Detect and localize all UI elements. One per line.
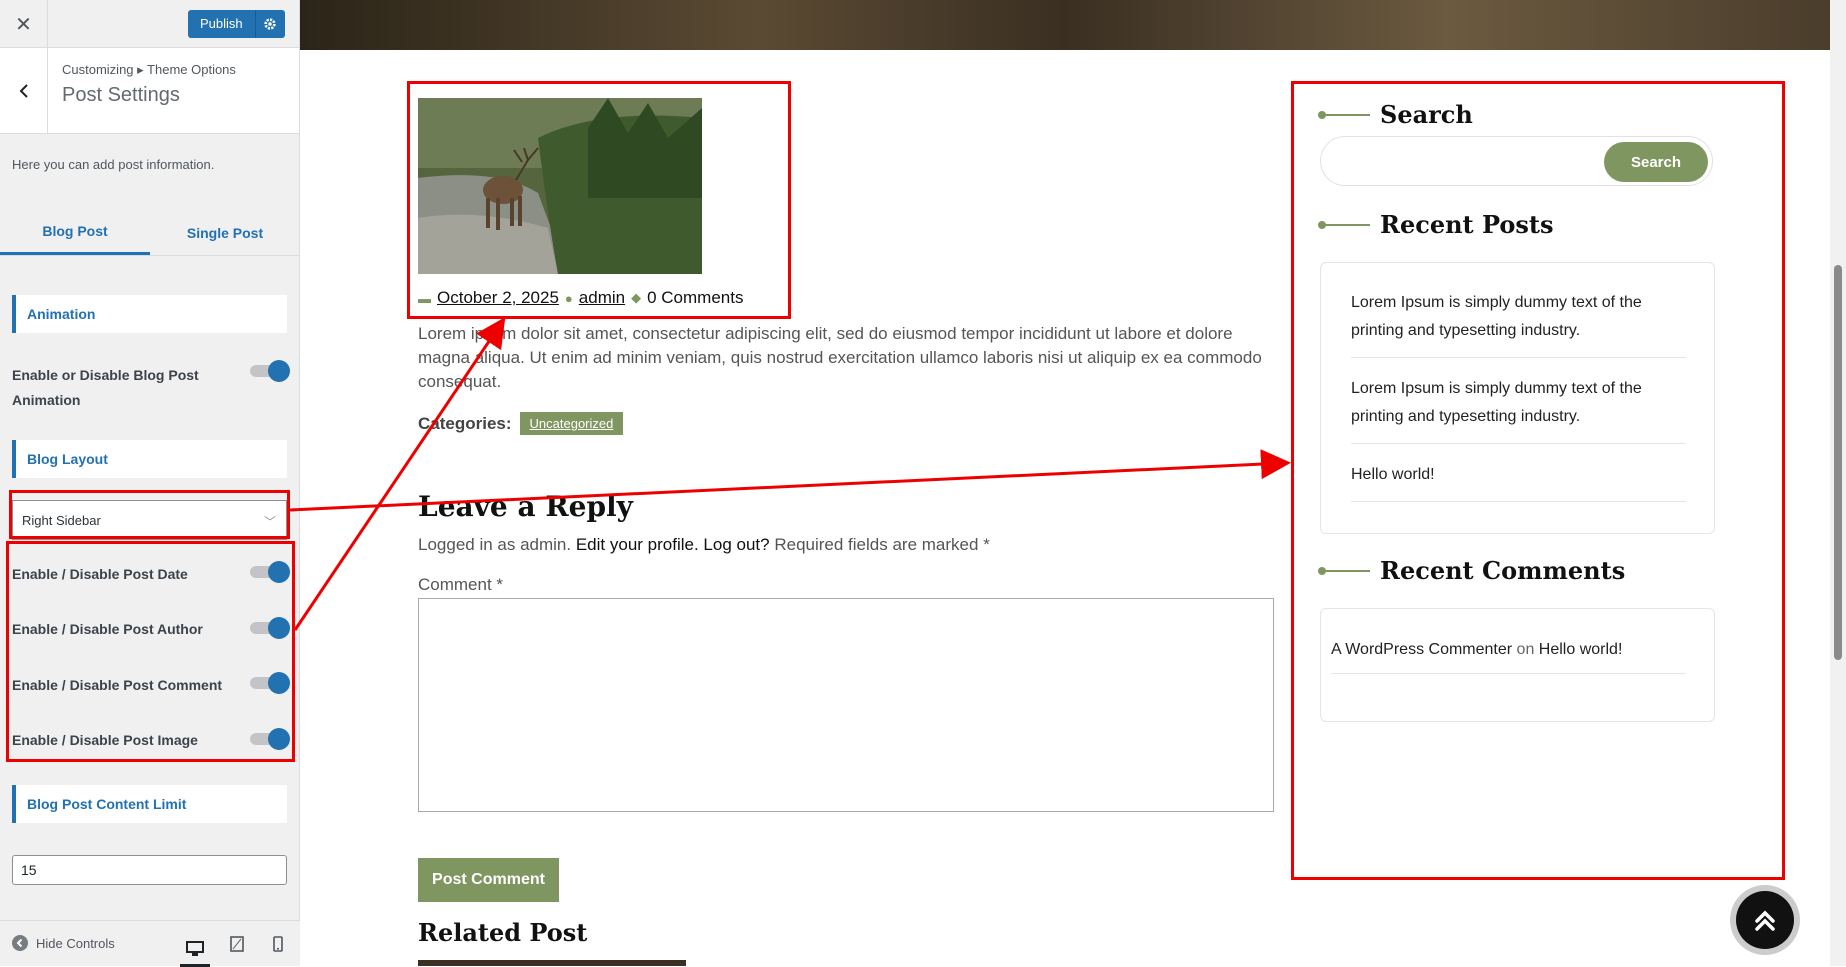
- tab-single-post[interactable]: Single Post: [150, 210, 300, 255]
- related-post-title: Related Post: [418, 918, 588, 947]
- annotation-box-layout: [9, 490, 290, 539]
- post-categories: Categories: Uncategorized: [418, 412, 624, 435]
- annotation-box-toggles: [6, 541, 295, 762]
- edit-profile-link[interactable]: Edit your profile.: [576, 535, 699, 554]
- publish-settings-button[interactable]: [254, 10, 285, 38]
- annotation-box-sidebar: [1291, 81, 1785, 880]
- close-icon: ✕: [15, 13, 32, 36]
- publish-button[interactable]: Publish: [188, 10, 255, 38]
- back-button[interactable]: [0, 48, 48, 134]
- double-chevron-up-icon: [1755, 910, 1775, 931]
- hide-controls-label: Hide Controls: [36, 935, 115, 951]
- related-post-image[interactable]: [418, 960, 686, 966]
- chevron-left-icon: [19, 84, 28, 98]
- blog-layout-heading: Blog Layout: [12, 440, 287, 478]
- required-star: *: [983, 535, 990, 554]
- logged-in-notice: Logged in as admin. Edit your profile. L…: [418, 535, 990, 555]
- post-excerpt: Lorem ipsum dolor sit amet, consectetur …: [418, 324, 1262, 391]
- tab-blog-post[interactable]: Blog Post: [0, 210, 150, 255]
- scroll-to-top-button[interactable]: [1730, 885, 1800, 955]
- required-note: Required fields are marked: [774, 535, 979, 554]
- section-title: Post Settings: [62, 84, 180, 106]
- tab-bar: Blog Post Single Post: [0, 210, 300, 256]
- reply-title: Leave a Reply: [418, 490, 633, 523]
- customizer-topbar: ✕ Publish: [0, 0, 299, 48]
- breadcrumb: Customizing ▸ Theme Options: [62, 62, 236, 77]
- categories-label: Categories:: [418, 413, 512, 433]
- tablet-preview-button[interactable]: [222, 933, 252, 955]
- hero-banner-image: [300, 0, 1830, 50]
- animation-heading: Animation: [12, 295, 287, 333]
- animation-toggle-label: Enable or Disable Blog Post Animation: [12, 367, 199, 408]
- category-badge[interactable]: Uncategorized: [519, 412, 624, 435]
- desktop-preview-button[interactable]: [180, 933, 210, 967]
- log-out-link[interactable]: Log out?: [703, 535, 769, 554]
- content-limit-input[interactable]: 15: [12, 855, 287, 885]
- section-description: Here you can add post information.: [12, 157, 215, 172]
- hide-controls-button[interactable]: Hide Controls: [12, 935, 115, 951]
- customizer-panel: ✕ Publish Customizing ▸ Theme Options Po…: [0, 0, 300, 967]
- close-button[interactable]: ✕: [0, 0, 48, 48]
- tablet-icon: [230, 936, 244, 952]
- content-limit-heading: Blog Post Content Limit: [12, 785, 287, 823]
- desktop-icon: [186, 940, 204, 956]
- logged-in-text: Logged in as admin.: [418, 535, 572, 554]
- section-header: Customizing ▸ Theme Options Post Setting…: [0, 48, 299, 134]
- customizer-footer: Hide Controls: [0, 920, 300, 967]
- comment-label: Comment *: [418, 575, 504, 594]
- comment-textarea[interactable]: [418, 598, 1274, 812]
- animation-toggle[interactable]: [250, 360, 290, 382]
- gear-icon: [264, 18, 276, 30]
- preview-scrollbar[interactable]: [1830, 0, 1846, 966]
- annotation-box-post-meta: [407, 81, 791, 319]
- collapse-arrow-icon: [12, 935, 28, 951]
- publish-group: Publish: [188, 10, 285, 38]
- mobile-icon: [273, 936, 283, 952]
- mobile-preview-button[interactable]: [263, 933, 293, 955]
- post-comment-button[interactable]: Post Comment: [418, 858, 559, 902]
